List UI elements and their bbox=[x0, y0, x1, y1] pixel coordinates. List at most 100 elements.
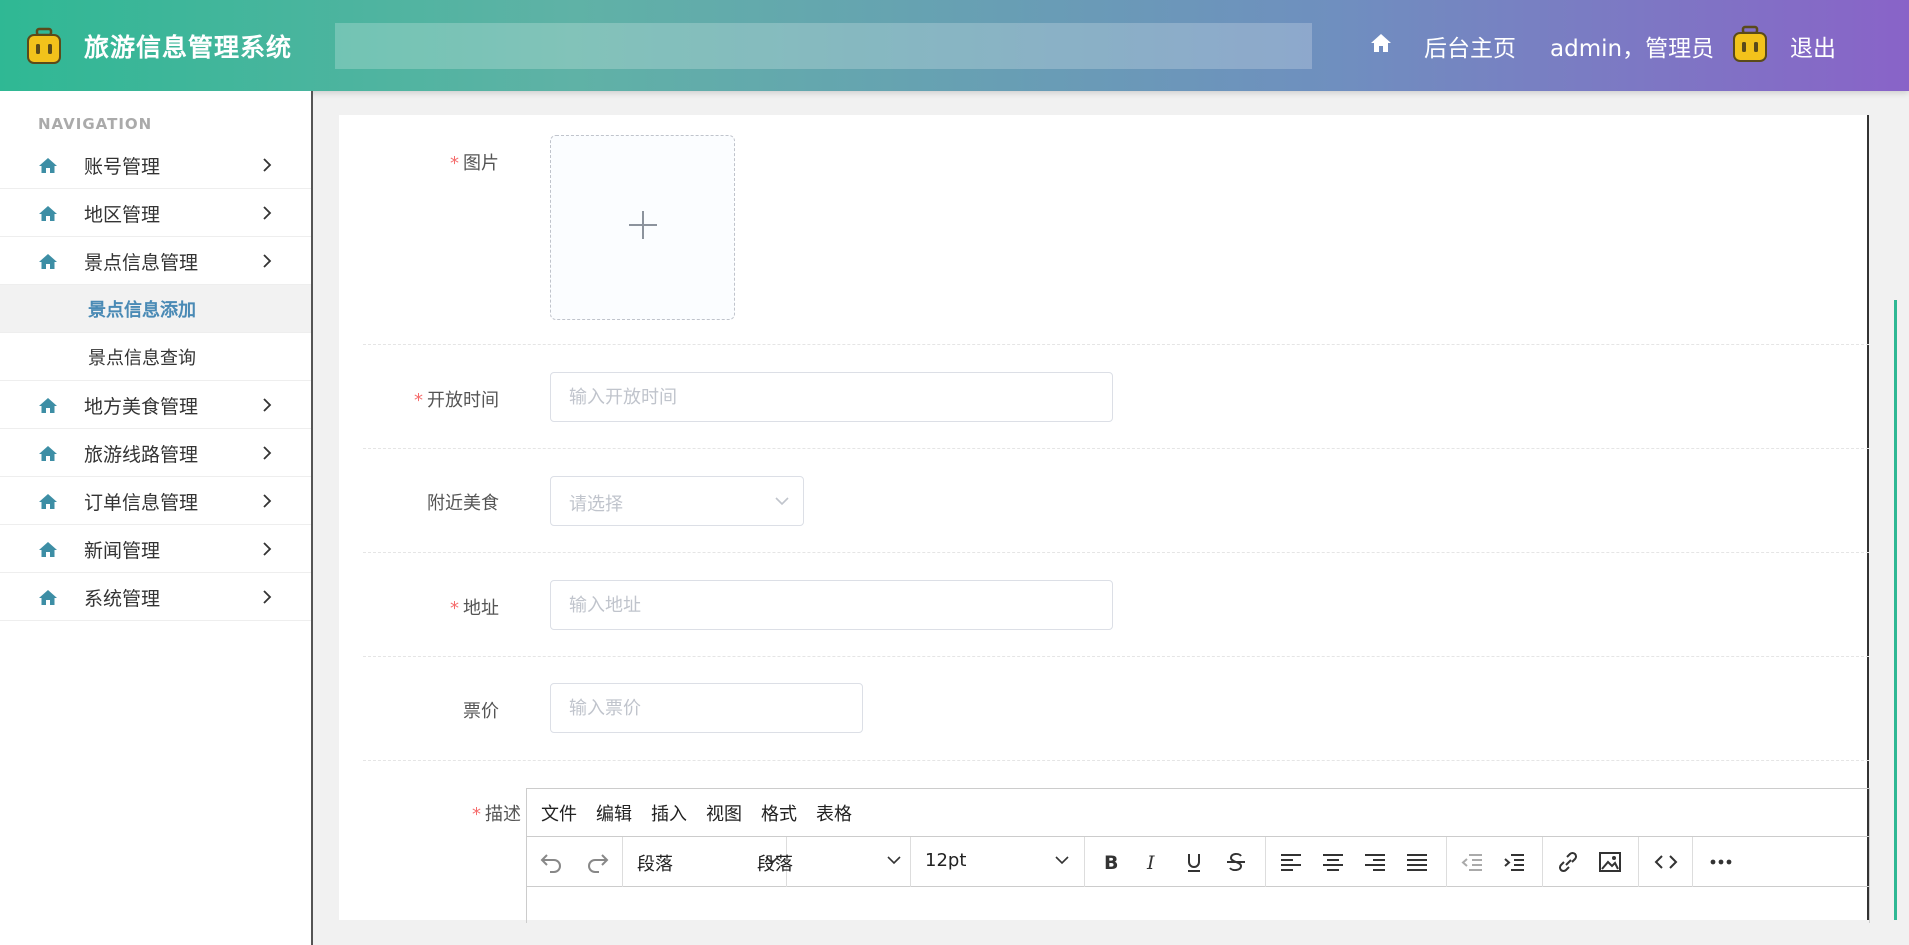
price-label: 票价 bbox=[463, 701, 499, 722]
block-format-dropdown-2[interactable]: 段落 bbox=[757, 850, 793, 876]
chevron-right-icon bbox=[263, 494, 272, 508]
align-left-icon[interactable] bbox=[1278, 850, 1304, 874]
sidebar-subitem-label: 景点信息查询 bbox=[88, 348, 196, 369]
home-icon bbox=[39, 494, 57, 509]
sidebar-item-label: 地方美食管理 bbox=[84, 396, 199, 418]
italic-icon[interactable]: I bbox=[1139, 850, 1165, 874]
menu-insert[interactable]: 插入 bbox=[651, 800, 687, 826]
home-link[interactable]: 后台主页 bbox=[1424, 29, 1516, 63]
sidebar-item-orders[interactable]: 订单信息管理 bbox=[0, 477, 311, 525]
code-group bbox=[1639, 837, 1693, 887]
history-group bbox=[527, 837, 623, 887]
nav-heading: NAVIGATION bbox=[38, 115, 153, 133]
sidebar-item-label: 地区管理 bbox=[84, 204, 161, 226]
image-icon[interactable] bbox=[1597, 850, 1623, 874]
menu-file[interactable]: 文件 bbox=[541, 800, 577, 826]
logout-link[interactable]: 退出 bbox=[1790, 29, 1836, 63]
nearby-food-label: 附近美食 bbox=[427, 493, 499, 514]
home-icon[interactable] bbox=[1370, 33, 1392, 53]
editor-menubar: 文件 编辑 插入 视图 格式 表格 bbox=[527, 789, 1869, 837]
strikethrough-icon[interactable] bbox=[1223, 850, 1249, 874]
underline-icon[interactable] bbox=[1181, 850, 1207, 874]
scrollbar-accent[interactable] bbox=[1894, 300, 1897, 920]
align-justify-icon[interactable] bbox=[1404, 850, 1430, 874]
sidebar-item-system[interactable]: 系统管理 bbox=[0, 573, 311, 621]
menu-edit[interactable]: 编辑 bbox=[596, 800, 632, 826]
description-label: * 描述 bbox=[472, 804, 521, 825]
address-label: * 地址 bbox=[450, 598, 499, 619]
chevron-right-icon bbox=[263, 158, 272, 172]
sidebar: NAVIGATION 账号管理 地区管理 景点信息管理 景点信息添加 景点信息查… bbox=[0, 91, 313, 945]
sidebar-item-local-food[interactable]: 地方美食管理 bbox=[0, 381, 311, 429]
outdent-icon[interactable] bbox=[1459, 850, 1485, 874]
image-upload-box[interactable] bbox=[550, 135, 735, 320]
form-row-nearby-food: 附近美食 请选择 bbox=[363, 450, 1869, 553]
plus-icon bbox=[629, 211, 657, 239]
sidebar-item-attractions[interactable]: 景点信息管理 bbox=[0, 237, 311, 285]
form-row-address: * 地址 bbox=[363, 554, 1869, 657]
app-title: 旅游信息管理系统 bbox=[84, 33, 293, 62]
open-time-input[interactable] bbox=[550, 372, 1113, 422]
select-placeholder: 请选择 bbox=[569, 494, 623, 515]
home-icon bbox=[39, 206, 57, 221]
menu-table[interactable]: 表格 bbox=[816, 800, 852, 826]
sidebar-item-label: 景点信息管理 bbox=[84, 252, 199, 274]
bold-icon[interactable]: B bbox=[1097, 850, 1123, 874]
align-right-icon[interactable] bbox=[1362, 850, 1388, 874]
menu-view[interactable]: 视图 bbox=[706, 800, 742, 826]
sidebar-item-label: 账号管理 bbox=[84, 156, 161, 178]
sidebar-subitem-label: 景点信息添加 bbox=[88, 300, 196, 321]
sidebar-item-routes[interactable]: 旅游线路管理 bbox=[0, 429, 311, 477]
text-style-group: B I bbox=[1085, 837, 1266, 887]
chevron-down-icon bbox=[887, 856, 901, 865]
font-size-dropdown[interactable]: 12pt bbox=[925, 850, 966, 871]
main-content: *图片 *开放时间 附近美食 请选择 *地址 票价 *描述 文件 编辑 插入 视… bbox=[339, 115, 1870, 923]
redo-icon[interactable] bbox=[584, 850, 610, 874]
rich-text-editor: 文件 编辑 插入 视图 格式 表格 段落 段落 12pt B I bbox=[526, 788, 1870, 923]
sidebar-item-regions[interactable]: 地区管理 bbox=[0, 189, 311, 237]
sidebar-menu: 账号管理 地区管理 景点信息管理 景点信息添加 景点信息查询 地方美食管理 旅游… bbox=[0, 141, 311, 621]
price-input[interactable] bbox=[550, 683, 863, 733]
indent-group bbox=[1447, 837, 1543, 887]
home-icon bbox=[39, 398, 57, 413]
undo-icon[interactable] bbox=[539, 850, 565, 874]
form-row-image: * 图片 bbox=[363, 115, 1869, 345]
font-size-group: 12pt bbox=[911, 837, 1085, 887]
chevron-right-icon bbox=[263, 542, 272, 556]
sidebar-item-label: 订单信息管理 bbox=[84, 492, 199, 514]
sidebar-item-label: 旅游线路管理 bbox=[84, 444, 199, 466]
block-format-group-2: 段落 bbox=[745, 837, 911, 887]
home-icon bbox=[39, 542, 57, 557]
indent-icon[interactable] bbox=[1501, 850, 1527, 874]
chevron-right-icon bbox=[263, 590, 272, 604]
home-icon bbox=[39, 590, 57, 605]
sidebar-item-news[interactable]: 新闻管理 bbox=[0, 525, 311, 573]
editor-toolbar: 段落 段落 12pt B I bbox=[527, 837, 1869, 887]
align-center-icon[interactable] bbox=[1320, 850, 1346, 874]
chevron-right-icon bbox=[263, 446, 272, 460]
block-format-dropdown-1[interactable]: 段落 bbox=[637, 850, 673, 876]
home-icon bbox=[39, 254, 57, 269]
header-search-bar[interactable] bbox=[335, 23, 1312, 69]
luggage-logo-icon bbox=[27, 27, 61, 64]
more-icon[interactable] bbox=[1708, 850, 1734, 874]
svg-text:B: B bbox=[1104, 852, 1118, 874]
sidebar-item-accounts[interactable]: 账号管理 bbox=[0, 141, 311, 189]
address-input[interactable] bbox=[550, 580, 1113, 630]
code-icon[interactable] bbox=[1653, 850, 1679, 874]
chevron-down-icon bbox=[775, 497, 789, 506]
nearby-food-select[interactable]: 请选择 bbox=[550, 476, 804, 526]
open-time-label: * 开放时间 bbox=[414, 390, 499, 411]
link-icon[interactable] bbox=[1555, 850, 1581, 874]
chevron-right-icon bbox=[263, 254, 272, 268]
image-label: * 图片 bbox=[450, 153, 499, 174]
sidebar-subitem-attraction-query[interactable]: 景点信息查询 bbox=[0, 333, 311, 381]
chevron-right-icon bbox=[263, 206, 272, 220]
sidebar-item-label: 系统管理 bbox=[84, 588, 161, 610]
user-info: admin，管理员 bbox=[1550, 36, 1715, 62]
sidebar-subitem-attraction-add[interactable]: 景点信息添加 bbox=[0, 285, 311, 333]
chevron-down-icon bbox=[1055, 856, 1069, 865]
menu-format[interactable]: 格式 bbox=[761, 800, 797, 826]
home-icon bbox=[39, 158, 57, 173]
sidebar-item-label: 新闻管理 bbox=[84, 540, 161, 562]
